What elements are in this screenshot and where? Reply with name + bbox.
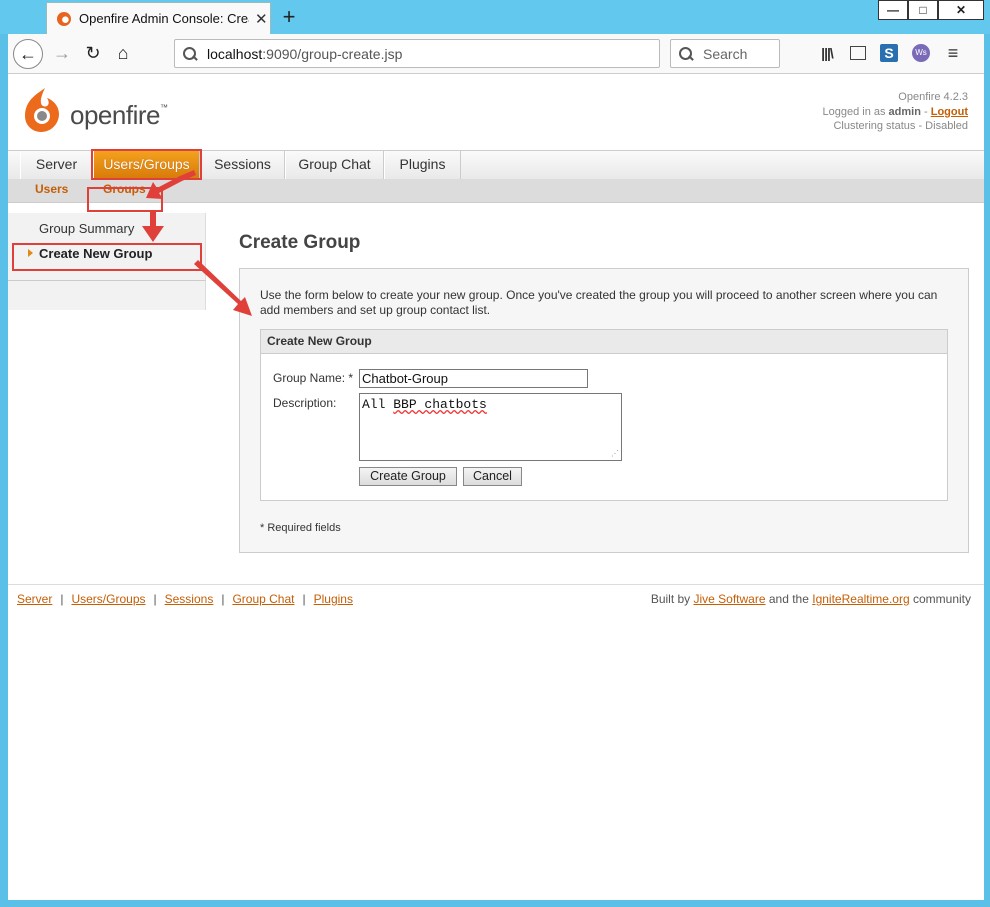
maximize-button[interactable]: □ — [908, 0, 938, 20]
description-label: Description: — [273, 396, 337, 410]
url-path: :9090/group-create.jsp — [262, 45, 403, 62]
highlight-groups — [87, 187, 163, 212]
tab-close-icon[interactable]: ✕ — [255, 10, 268, 28]
footer-link-users-groups[interactable]: Users/Groups — [71, 592, 145, 606]
tab-server[interactable]: Server — [20, 151, 93, 179]
search-icon — [679, 46, 693, 61]
highlight-create-new-group — [12, 243, 202, 271]
intro-text: Use the form below to create your new gr… — [260, 288, 938, 317]
header-info: Openfire 4.2.3 Logged in as admin - Logo… — [822, 90, 968, 134]
footer-link-group-chat[interactable]: Group Chat — [232, 592, 294, 606]
new-tab-button[interactable]: + — [276, 4, 302, 30]
minimize-button[interactable]: — — [878, 0, 908, 20]
footer-link-server[interactable]: Server — [17, 592, 52, 606]
page-title: Create Group — [239, 232, 361, 253]
tab-strip: Openfire Admin Console: Create Group ✕ +… — [0, 0, 990, 34]
search-icon — [183, 46, 197, 61]
ignite-link[interactable]: IgniteRealtime.org — [812, 592, 909, 606]
spellcheck-text: BBP chatbots — [393, 397, 487, 412]
url-bar[interactable]: localhost:9090/group-create.jsp — [174, 39, 660, 68]
sidebar-item-group-summary[interactable]: Group Summary — [39, 221, 134, 236]
home-button[interactable]: ⌂ — [108, 39, 138, 69]
nav-toolbar: ← → ↻ ⌂ localhost:9090/group-create.jsp … — [8, 34, 984, 74]
required-note: * Required fields — [260, 522, 341, 534]
extension-ws-icon[interactable]: Ws — [912, 44, 930, 62]
jive-link[interactable]: Jive Software — [694, 592, 766, 606]
library-icon[interactable]: |||\ — [818, 44, 836, 62]
sidebar-divider — [8, 280, 206, 281]
create-group-button[interactable]: Create Group — [359, 467, 457, 486]
web-page: openfire™ Openfire 4.2.3 Logged in as ad… — [8, 74, 984, 900]
back-button[interactable]: ← — [13, 39, 43, 69]
favicon-icon — [57, 11, 71, 26]
tab-plugins[interactable]: Plugins — [384, 151, 461, 179]
tab-title: Openfire Admin Console: Create Group — [79, 11, 249, 26]
clustering-status: Clustering status - Disabled — [833, 120, 968, 132]
hamburger-menu-icon[interactable]: ≡ — [944, 44, 962, 62]
subtab-users[interactable]: Users — [35, 182, 68, 196]
footer-divider — [8, 584, 984, 585]
box-title: Create New Group — [261, 330, 947, 354]
description-textarea[interactable]: All BBP chatbots ⋰ — [359, 393, 622, 461]
search-placeholder: Search — [703, 45, 748, 62]
search-input[interactable]: Search — [670, 39, 780, 68]
highlight-users-groups — [91, 149, 202, 180]
close-window-button[interactable]: ✕ — [938, 0, 984, 20]
logo-text: openfire™ — [70, 100, 168, 130]
footer-credits: Built by Jive Software and the IgniteRea… — [650, 592, 971, 606]
group-name-input[interactable]: Chatbot-Group — [359, 369, 588, 388]
login-status: Logged in as admin - Logout — [822, 105, 968, 118]
footer-link-plugins[interactable]: Plugins — [314, 592, 353, 606]
sidebar-icon[interactable] — [850, 46, 866, 60]
username: admin — [888, 105, 921, 118]
footer-link-sessions[interactable]: Sessions — [165, 592, 214, 606]
resize-grip-icon[interactable]: ⋰ — [611, 449, 619, 459]
group-name-label: Group Name: * — [273, 371, 354, 385]
form-panel: Use the form below to create your new gr… — [239, 268, 969, 553]
tab-sessions[interactable]: Sessions — [200, 151, 285, 179]
create-group-box: Create New Group Group Name: * Chatbot-G… — [260, 329, 948, 501]
tab-group-chat[interactable]: Group Chat — [285, 151, 384, 179]
logout-link[interactable]: Logout — [931, 106, 968, 118]
openfire-logo-icon — [25, 88, 59, 132]
window-controls: — □ ✕ — [878, 0, 984, 20]
extension-s-icon[interactable]: S — [880, 44, 898, 62]
reload-button[interactable]: ↻ — [78, 39, 108, 69]
browser-tab[interactable]: Openfire Admin Console: Create Group ✕ — [46, 2, 271, 34]
cancel-button[interactable]: Cancel — [463, 467, 522, 486]
footer-nav: Server | Users/Groups | Sessions | Group Chat |… — [17, 592, 353, 606]
toolbar-icons: |||\ S Ws ≡ — [818, 44, 962, 62]
browser-window: Openfire Admin Console: Create Group ✕ +… — [0, 0, 990, 907]
forward-button[interactable]: → — [47, 39, 77, 69]
version-text: Openfire 4.2.3 — [898, 91, 968, 103]
url-host: localhost — [207, 45, 263, 62]
